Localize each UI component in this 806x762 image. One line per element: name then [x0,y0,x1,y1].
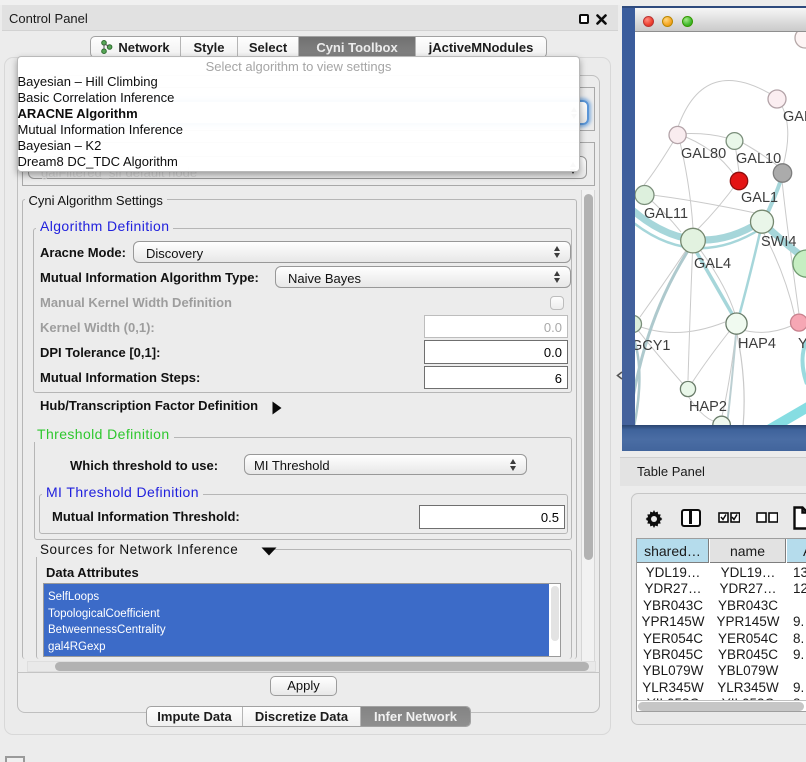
svg-text:GAL4: GAL4 [694,256,731,272]
svg-text:GAL10: GAL10 [736,151,781,167]
svg-text:HAP2: HAP2 [689,399,727,415]
svg-text:Y: Y [798,336,806,352]
svg-text:GAL1: GAL1 [741,190,778,206]
svg-text:HAP4: HAP4 [738,336,776,352]
svg-text:GAL11: GAL11 [644,206,688,222]
svg-text:GAL80: GAL80 [681,146,726,162]
svg-text:SWI4: SWI4 [761,234,796,250]
svg-text:GAL: GAL [783,109,806,125]
svg-text:GCY1: GCY1 [635,338,671,354]
